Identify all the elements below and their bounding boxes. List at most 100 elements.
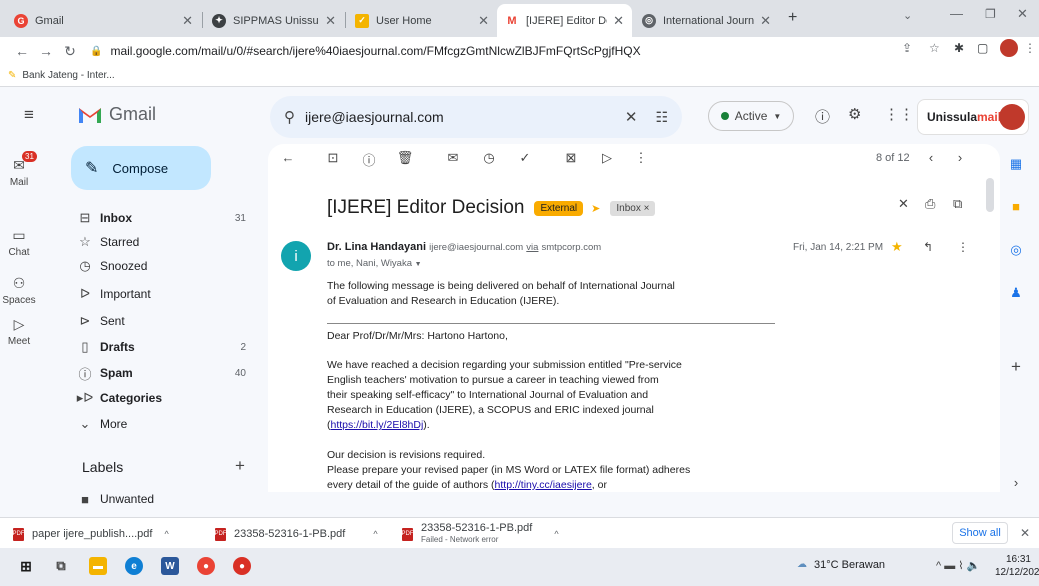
- profile-avatar[interactable]: [1000, 39, 1018, 57]
- bookmark-star-icon[interactable]: ☆: [929, 41, 940, 55]
- browser-menu-icon[interactable]: ⋮: [1024, 41, 1036, 55]
- rail-meet[interactable]: ▷ Meet: [0, 316, 38, 347]
- chevron-up-icon[interactable]: ^: [373, 529, 377, 539]
- close-tab-icon[interactable]: ✕: [182, 13, 193, 29]
- download-item[interactable]: PDF 23358-52316-1-PB.pdf ^: [215, 522, 378, 546]
- close-tab-icon[interactable]: ✕: [325, 13, 336, 29]
- search-icon[interactable]: ⚲: [284, 108, 295, 126]
- clear-search-icon[interactable]: ✕: [625, 108, 638, 126]
- extensions-icon[interactable]: ✱: [954, 41, 964, 55]
- status-dropdown[interactable]: Active ▼: [708, 101, 794, 131]
- tab-search-icon[interactable]: ⌄: [903, 9, 912, 22]
- mark-unread-icon[interactable]: ✉: [444, 150, 462, 166]
- nav-item-inbox[interactable]: ⊟ Inbox 31: [70, 206, 260, 230]
- close-tab-icon[interactable]: ✕: [478, 13, 489, 29]
- nav-item-important[interactable]: ᐅ Important: [70, 282, 260, 306]
- inbox-label-chip[interactable]: Inbox ×: [610, 200, 656, 216]
- weather-text[interactable]: 31°C Berawan: [814, 559, 885, 571]
- move-to-icon[interactable]: ⊠: [562, 150, 580, 166]
- rail-mail[interactable]: ✉ 31 Mail: [0, 151, 38, 188]
- address-bar[interactable]: 🔒 mail.google.com/mail/u/0/#search/ijere…: [90, 39, 980, 63]
- download-item[interactable]: PDF paper ijere_publish....pdf ^: [13, 522, 169, 546]
- share-icon[interactable]: ⇪: [902, 41, 912, 55]
- rail-spaces[interactable]: ⚇ Spaces: [0, 275, 38, 306]
- windows-start-icon[interactable]: ⊞: [17, 557, 35, 575]
- add-label-icon[interactable]: +: [235, 456, 245, 476]
- nav-item-snoozed[interactable]: ◷ Snoozed: [70, 254, 260, 278]
- tasks-icon[interactable]: ◎: [1005, 242, 1027, 264]
- guide-of-authors-link[interactable]: http://tiny.cc/iaesijere: [495, 479, 592, 491]
- nav-item-more[interactable]: ⌄ More: [70, 412, 260, 436]
- browser-tab-sippmas[interactable]: ✦ SIPPMAS Unissula ✕: [204, 4, 344, 37]
- browser-tab-journal[interactable]: ◎ International Journal of E ✕: [634, 4, 779, 37]
- reload-icon[interactable]: ↻: [58, 43, 82, 60]
- label-item-unwanted[interactable]: ■ Unwanted: [70, 487, 260, 511]
- close-window-icon[interactable]: ✕: [1017, 6, 1028, 22]
- delete-icon[interactable]: 🗑: [396, 150, 414, 166]
- recipients-line[interactable]: to me, Nani, Wiyaka ▼: [327, 258, 422, 269]
- nav-item-categories[interactable]: ▸ᐅ Categories: [70, 386, 260, 410]
- expand-panel-icon[interactable]: ›: [1005, 475, 1027, 497]
- importance-marker-icon[interactable]: ➤: [591, 202, 600, 215]
- sender-avatar[interactable]: i: [281, 241, 311, 271]
- account-avatar[interactable]: [999, 104, 1025, 130]
- back-arrow-icon[interactable]: ←: [10, 43, 34, 59]
- label-icon[interactable]: ▷: [598, 150, 616, 166]
- journal-short-link[interactable]: https://bit.ly/2El8hDj: [331, 419, 424, 431]
- file-explorer-icon[interactable]: ▬: [89, 557, 107, 575]
- chevron-up-icon[interactable]: ^: [554, 529, 558, 539]
- chrome-profile-icon[interactable]: ●: [233, 557, 251, 575]
- main-menu-icon[interactable]: ≡: [24, 105, 34, 125]
- browser-tab-user-home[interactable]: ✓ User Home ✕: [347, 4, 497, 37]
- calendar-icon[interactable]: ▦: [1005, 156, 1027, 178]
- nav-item-sent[interactable]: ⊳ Sent: [70, 309, 260, 333]
- open-new-window-icon[interactable]: ⧉: [953, 196, 962, 212]
- scrollbar-thumb[interactable]: [986, 178, 994, 212]
- new-tab-icon[interactable]: +: [788, 9, 797, 27]
- nav-item-drafts[interactable]: ▯ Drafts 2: [70, 335, 260, 359]
- clock[interactable]: 16:31 12/12/2022: [995, 553, 1039, 579]
- get-addons-icon[interactable]: +: [1005, 357, 1027, 379]
- nav-item-starred[interactable]: ☆ Starred: [70, 230, 260, 254]
- newer-chevron-icon[interactable]: ‹: [922, 150, 940, 165]
- starred-icon[interactable]: ★: [891, 239, 903, 255]
- maximize-icon[interactable]: ❐: [985, 7, 996, 21]
- apps-grid-icon[interactable]: ⋮⋮: [884, 105, 914, 123]
- keep-icon[interactable]: ■: [1005, 199, 1027, 221]
- older-chevron-icon[interactable]: ›: [951, 150, 969, 165]
- back-to-list-icon[interactable]: ←: [279, 150, 297, 165]
- close-tab-icon[interactable]: ✕: [760, 13, 771, 29]
- add-task-icon[interactable]: ✓: [516, 150, 534, 166]
- print-icon[interactable]: ⎙: [925, 196, 935, 212]
- word-icon[interactable]: W: [161, 557, 179, 575]
- download-item-failed[interactable]: PDF 23358-52316-1-PB.pdf Failed - Networ…: [402, 522, 559, 546]
- search-options-icon[interactable]: ☷: [655, 109, 668, 126]
- help-icon[interactable]: ⓘ: [815, 106, 830, 127]
- close-tab-icon[interactable]: ✕: [613, 13, 624, 29]
- chrome-icon[interactable]: ●: [197, 557, 215, 575]
- contacts-icon[interactable]: ♟: [1005, 285, 1027, 307]
- task-view-icon[interactable]: ⧉: [52, 557, 70, 575]
- search-input[interactable]: ijere@iaesjournal.com: [305, 109, 625, 125]
- archive-icon[interactable]: ⊡: [324, 150, 342, 166]
- show-all-downloads-button[interactable]: Show all: [952, 522, 1008, 544]
- system-tray-icons[interactable]: ^ ▬ ⌇ 🔈: [936, 559, 980, 572]
- organization-badge[interactable]: Unissula mail: [917, 99, 1029, 135]
- message-more-icon[interactable]: ⋮: [957, 240, 969, 254]
- report-spam-icon[interactable]: ⓘ: [360, 150, 378, 169]
- chevron-up-icon[interactable]: ^: [164, 529, 168, 539]
- collapse-all-icon[interactable]: ✕: [898, 196, 909, 212]
- edge-browser-icon[interactable]: e: [125, 557, 143, 575]
- close-downloads-icon[interactable]: ✕: [1020, 526, 1030, 540]
- gmail-logo[interactable]: Gmail: [77, 104, 156, 125]
- bookmark-bank-jateng[interactable]: Bank Jateng - Inter...: [22, 70, 114, 81]
- rail-chat[interactable]: ▭ Chat: [0, 227, 38, 258]
- sender-name[interactable]: Dr. Lina Handayani: [327, 241, 426, 253]
- settings-gear-icon[interactable]: ⚙: [848, 105, 861, 123]
- browser-tab-editor-decision[interactable]: M [IJERE] Editor Decision - h ✕: [497, 4, 632, 37]
- compose-button[interactable]: ✎ Compose: [71, 146, 211, 190]
- minimize-icon[interactable]: —: [950, 6, 963, 21]
- forward-arrow-icon[interactable]: →: [34, 43, 58, 59]
- sidepanel-icon[interactable]: ▢: [977, 41, 988, 55]
- search-bar[interactable]: ⚲ ijere@iaesjournal.com ✕ ☷: [270, 96, 682, 138]
